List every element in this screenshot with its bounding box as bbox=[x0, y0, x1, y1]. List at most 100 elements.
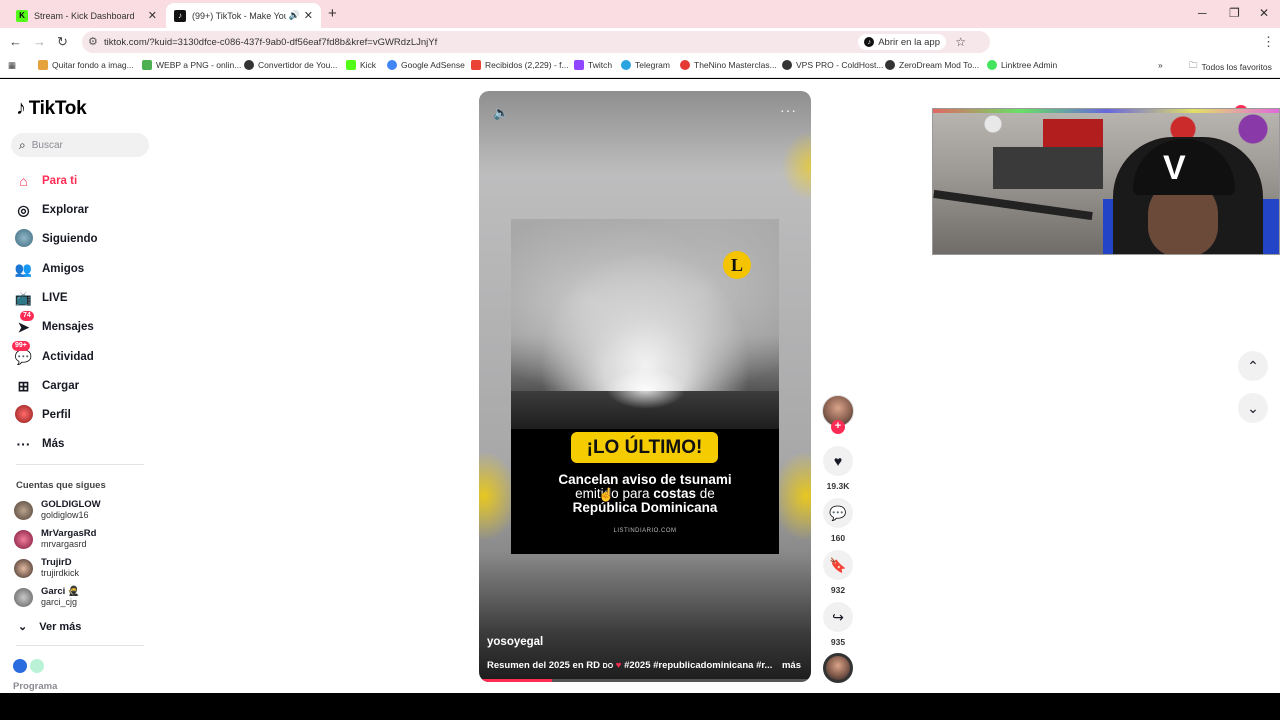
twitch-icon bbox=[574, 60, 584, 70]
wall-shelf bbox=[993, 147, 1103, 189]
tiktok-logo[interactable]: ♪ TikTok bbox=[16, 97, 87, 120]
messages-badge: 74 bbox=[20, 310, 34, 321]
account-handle: trujirdkick bbox=[41, 568, 80, 578]
following-account[interactable]: Garci 🥷 garci_cjg bbox=[14, 586, 80, 608]
restore-icon[interactable]: ❐ bbox=[1229, 6, 1240, 20]
more-description-button[interactable]: más bbox=[782, 660, 801, 671]
search-box[interactable]: ⌕ bbox=[11, 133, 149, 157]
avatar bbox=[14, 558, 33, 578]
extension-icon[interactable] bbox=[30, 659, 44, 673]
nav-activity[interactable]: 💬 99+ Actividad bbox=[12, 340, 94, 368]
nav-friends[interactable]: 👥 Amigos bbox=[14, 258, 84, 280]
nav-for-you[interactable]: ⌂ Para ti bbox=[14, 170, 77, 192]
nav-label: Mensajes bbox=[42, 321, 94, 333]
nav-live[interactable]: 📺 LIVE bbox=[14, 287, 68, 309]
bookmark-item[interactable]: WEBP a PNG - onlin... bbox=[142, 60, 241, 70]
save-action[interactable]: 🔖 932 bbox=[822, 550, 854, 595]
extension-icon[interactable] bbox=[13, 659, 27, 673]
more-icon: ··· bbox=[16, 436, 31, 452]
music-disc-avatar[interactable] bbox=[823, 653, 853, 683]
nav-profile[interactable]: Perfil bbox=[14, 404, 71, 426]
bookmark-item[interactable]: VPS PRO - ColdHost... bbox=[782, 60, 883, 70]
bookmark-item[interactable]: TheNino Masterclas... bbox=[680, 60, 777, 70]
speaker-icon[interactable]: 🔊 bbox=[289, 10, 300, 21]
bookmark-label: Kick bbox=[360, 60, 377, 70]
menu-dots-icon[interactable]: ⋮ bbox=[1262, 34, 1275, 50]
forward-icon[interactable]: → bbox=[33, 34, 46, 49]
bookmark-item[interactable]: Google AdSense bbox=[387, 60, 465, 70]
url-field[interactable]: ⚙ tiktok.com/?kuid=3130dfce-c086-437f-9a… bbox=[82, 31, 990, 53]
reload-icon[interactable]: ↻ bbox=[57, 34, 68, 50]
all-bookmarks-item[interactable]: 🗀 Todos los favoritos bbox=[1189, 60, 1272, 74]
bookmark-item[interactable]: Telegram bbox=[621, 60, 670, 70]
next-video-button[interactable]: ⌄ bbox=[1238, 393, 1268, 423]
live-icon: 📺 bbox=[14, 289, 33, 306]
previous-video-button[interactable]: ⌃ bbox=[1238, 351, 1268, 381]
back-icon[interactable]: ← bbox=[9, 34, 22, 49]
open-in-app-button[interactable]: ♪ Abrir en la app bbox=[858, 34, 946, 50]
close-tab-icon[interactable]: ✕ bbox=[304, 9, 313, 22]
comment-icon[interactable]: 💬 bbox=[823, 498, 853, 528]
see-more-button[interactable]: ⌄ Ver más bbox=[18, 620, 81, 634]
nav-following[interactable]: Siguiendo bbox=[14, 228, 98, 250]
bookmark-label: VPS PRO - ColdHost... bbox=[796, 60, 884, 70]
bookmark-item[interactable]: ZeroDream Mod To... bbox=[885, 60, 979, 70]
bookmark-label: Recibidos (2,229) - f... bbox=[485, 60, 569, 70]
bookmark-icon[interactable]: 🔖 bbox=[823, 550, 853, 580]
close-tab-icon[interactable]: ✕ bbox=[148, 9, 157, 22]
like-action[interactable]: ♥ 19.3K bbox=[822, 446, 854, 491]
video-player[interactable]: 🔈 ··· L ¡LO ÚLTIMO! Cancelan aviso de ts… bbox=[479, 91, 811, 682]
share-icon[interactable]: ↪ bbox=[823, 602, 853, 632]
bookmark-item[interactable]: Quitar fondo a imag... bbox=[38, 60, 134, 70]
bookmark-item[interactable]: Kick bbox=[346, 60, 376, 70]
browser-tab-tiktok[interactable]: ♪ (99+) TikTok - Make Your Day 🔊 ✕ bbox=[166, 3, 321, 28]
apps-grid-icon[interactable]: ▦ bbox=[8, 60, 16, 71]
browser-tab-kick[interactable]: K Stream - Kick Dashboard ✕ bbox=[8, 3, 165, 28]
close-window-icon[interactable]: ✕ bbox=[1259, 6, 1269, 20]
nav-label: Cargar bbox=[42, 380, 80, 392]
following-accounts-title: Cuentas que sigues bbox=[16, 480, 106, 491]
share-action[interactable]: ↪ 935 bbox=[822, 602, 854, 647]
minimize-icon[interactable]: ─ bbox=[1198, 6, 1207, 20]
cap-logo: V bbox=[1163, 149, 1186, 187]
following-avatar-icon bbox=[14, 228, 33, 250]
nav-messages[interactable]: ➤ 74 Mensajes bbox=[14, 310, 94, 338]
following-account[interactable]: GOLDIGLOW goldiglow16 bbox=[14, 499, 101, 521]
follow-plus-icon[interactable]: + bbox=[831, 420, 845, 434]
nav-label: Actividad bbox=[42, 351, 94, 363]
bookmark-item[interactable]: Linktree Admin bbox=[987, 60, 1057, 70]
nav-label: LIVE bbox=[42, 292, 68, 304]
volume-icon[interactable]: 🔈 bbox=[493, 105, 509, 121]
heart-icon[interactable]: ♥ bbox=[823, 446, 853, 476]
star-icon[interactable]: ☆ bbox=[955, 35, 966, 49]
video-options-icon[interactable]: ··· bbox=[780, 102, 797, 118]
story-end: de bbox=[699, 486, 715, 501]
bookmark-item[interactable]: Convertidor de You... bbox=[244, 60, 337, 70]
spray-image bbox=[606, 369, 686, 409]
video-progress-bar[interactable] bbox=[479, 679, 811, 682]
site-info-icon[interactable]: ⚙ bbox=[88, 35, 98, 48]
description-hashtags[interactable]: #2025 #republicadominicana #r... bbox=[624, 660, 772, 671]
following-account[interactable]: TrujirD trujirdkick bbox=[14, 557, 79, 579]
globe-icon bbox=[885, 60, 895, 70]
nav-upload[interactable]: ⊞ Cargar bbox=[14, 375, 79, 397]
story-bold: costas bbox=[653, 486, 697, 501]
following-account[interactable]: MrVargasRd mrvargasrd bbox=[14, 528, 96, 550]
activity-icon: 💬 99+ bbox=[12, 340, 33, 366]
tiktok-icon: ♪ bbox=[174, 9, 186, 22]
nav-more[interactable]: ··· Más bbox=[14, 433, 65, 455]
description-prefix: Resumen del 2025 en RD bbox=[487, 660, 600, 671]
chevron-down-icon: ⌄ bbox=[1247, 399, 1259, 416]
new-tab-icon[interactable]: + bbox=[328, 5, 337, 22]
video-progress-fill bbox=[479, 679, 553, 682]
bookmark-item[interactable]: Recibidos (2,229) - f... bbox=[471, 60, 569, 70]
bookmark-item[interactable]: Twitch bbox=[574, 60, 612, 70]
video-author[interactable]: yosoyegal bbox=[487, 636, 543, 648]
footer-link[interactable]: Programa bbox=[13, 681, 57, 692]
more-bookmarks-icon[interactable]: » bbox=[1158, 60, 1163, 70]
search-input[interactable] bbox=[31, 139, 132, 151]
nav-explore[interactable]: ◎ Explorar bbox=[14, 199, 88, 221]
account-name: MrVargasRd bbox=[41, 528, 97, 539]
tiktok-icon: ♪ bbox=[16, 97, 26, 119]
comment-action[interactable]: 💬 160 bbox=[822, 498, 854, 543]
